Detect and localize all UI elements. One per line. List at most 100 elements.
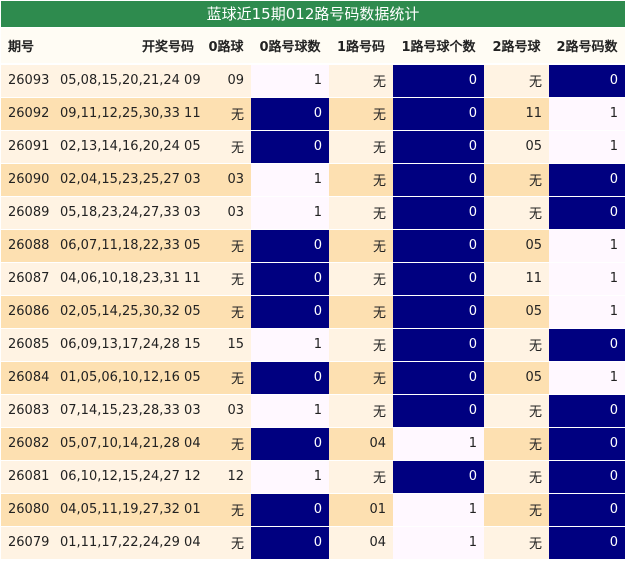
road2-ball-cell: 无 xyxy=(484,163,549,197)
road0-ball-cell: 03 xyxy=(201,394,251,428)
road1-number-cell: 01 xyxy=(329,493,393,527)
header-row: 期号 开奖号码 0路球 0路号球数 1路号码 1路号球个数 2路号球 2路号码数 xyxy=(1,28,625,65)
road1-count-cell: 0 xyxy=(393,163,484,197)
road1-count-cell: 0 xyxy=(393,229,484,263)
road2-count-cell: 1 xyxy=(549,361,625,395)
period-cell: 26083 xyxy=(1,394,53,428)
road1-count-cell: 1 xyxy=(393,526,484,560)
road2-ball-cell: 05 xyxy=(484,361,549,395)
period-cell: 26093 xyxy=(1,64,53,98)
road2-count-cell: 0 xyxy=(549,328,625,362)
road1-count-cell: 0 xyxy=(393,64,484,98)
road2-count-cell: 0 xyxy=(549,64,625,98)
road0-count-cell: 1 xyxy=(251,196,329,230)
road0-ball-cell: 12 xyxy=(201,460,251,494)
road0-ball-cell: 无 xyxy=(201,361,251,395)
road1-count-cell: 0 xyxy=(393,97,484,131)
road1-number-cell: 04 xyxy=(329,526,393,560)
table-row: 26083 07,14,15,23,28,33 03 03 1 无 0 无 0 xyxy=(1,394,625,428)
road1-count-cell: 0 xyxy=(393,394,484,428)
road2-count-cell: 0 xyxy=(549,427,625,461)
header-road1-count: 1路号球个数 xyxy=(393,28,484,65)
road1-number-cell: 无 xyxy=(329,229,393,263)
numbers-cell: 02,13,14,16,20,24 05 xyxy=(53,130,201,164)
road0-ball-cell: 无 xyxy=(201,526,251,560)
road1-number-cell: 无 xyxy=(329,328,393,362)
period-cell: 26082 xyxy=(1,427,53,461)
period-cell: 26087 xyxy=(1,262,53,296)
road0-count-cell: 1 xyxy=(251,328,329,362)
road2-count-cell: 1 xyxy=(549,295,625,329)
numbers-cell: 06,10,12,15,24,27 12 xyxy=(53,460,201,494)
table-row: 26093 05,08,15,20,21,24 09 09 1 无 0 无 0 xyxy=(1,64,625,98)
period-cell: 26090 xyxy=(1,163,53,197)
road0-count-cell: 1 xyxy=(251,394,329,428)
road1-number-cell: 无 xyxy=(329,460,393,494)
road2-ball-cell: 无 xyxy=(484,526,549,560)
numbers-cell: 09,11,12,25,30,33 11 xyxy=(53,97,201,131)
numbers-cell: 06,09,13,17,24,28 15 xyxy=(53,328,201,362)
header-period: 期号 xyxy=(1,28,53,65)
road2-ball-cell: 无 xyxy=(484,493,549,527)
road0-ball-cell: 无 xyxy=(201,97,251,131)
header-road2-ball: 2路号球 xyxy=(484,28,549,65)
road0-ball-cell: 无 xyxy=(201,295,251,329)
road0-count-cell: 0 xyxy=(251,526,329,560)
table-row: 26089 05,18,23,24,27,33 03 03 1 无 0 无 0 xyxy=(1,196,625,230)
period-cell: 26091 xyxy=(1,130,53,164)
header-numbers: 开奖号码 xyxy=(53,28,201,65)
road2-count-cell: 0 xyxy=(549,163,625,197)
road0-count-cell: 0 xyxy=(251,427,329,461)
road0-count-cell: 0 xyxy=(251,130,329,164)
numbers-cell: 04,06,10,18,23,31 11 xyxy=(53,262,201,296)
header-road0-ball: 0路球 xyxy=(201,28,251,65)
road2-ball-cell: 05 xyxy=(484,130,549,164)
table-row: 26090 02,04,15,23,25,27 03 03 1 无 0 无 0 xyxy=(1,163,625,197)
road0-count-cell: 0 xyxy=(251,97,329,131)
numbers-cell: 06,07,11,18,22,33 05 xyxy=(53,229,201,263)
road2-count-cell: 0 xyxy=(549,460,625,494)
numbers-cell: 01,05,06,10,12,16 05 xyxy=(53,361,201,395)
road1-number-cell: 无 xyxy=(329,295,393,329)
road1-number-cell: 无 xyxy=(329,196,393,230)
road0-ball-cell: 09 xyxy=(201,64,251,98)
road0-ball-cell: 15 xyxy=(201,328,251,362)
numbers-cell: 07,14,15,23,28,33 03 xyxy=(53,394,201,428)
period-cell: 26086 xyxy=(1,295,53,329)
road2-count-cell: 1 xyxy=(549,229,625,263)
table-row: 26088 06,07,11,18,22,33 05 无 0 无 0 05 1 xyxy=(1,229,625,263)
period-cell: 26084 xyxy=(1,361,53,395)
road0-ball-cell: 无 xyxy=(201,130,251,164)
road0-count-cell: 1 xyxy=(251,460,329,494)
road2-count-cell: 1 xyxy=(549,130,625,164)
numbers-cell: 05,08,15,20,21,24 09 xyxy=(53,64,201,98)
road0-ball-cell: 03 xyxy=(201,196,251,230)
period-cell: 26088 xyxy=(1,229,53,263)
road1-number-cell: 无 xyxy=(329,394,393,428)
table-row: 26085 06,09,13,17,24,28 15 15 1 无 0 无 0 xyxy=(1,328,625,362)
table-row: 26087 04,06,10,18,23,31 11 无 0 无 0 11 1 xyxy=(1,262,625,296)
period-cell: 26089 xyxy=(1,196,53,230)
road2-count-cell: 1 xyxy=(549,262,625,296)
road0-ball-cell: 无 xyxy=(201,493,251,527)
road2-count-cell: 0 xyxy=(549,526,625,560)
road1-number-cell: 无 xyxy=(329,64,393,98)
numbers-cell: 04,05,11,19,27,32 01 xyxy=(53,493,201,527)
road0-count-cell: 0 xyxy=(251,229,329,263)
period-cell: 26080 xyxy=(1,493,53,527)
road2-ball-cell: 无 xyxy=(484,328,549,362)
table-row: 26081 06,10,12,15,24,27 12 12 1 无 0 无 0 xyxy=(1,460,625,494)
numbers-cell: 02,05,14,25,30,32 05 xyxy=(53,295,201,329)
road2-count-cell: 1 xyxy=(549,97,625,131)
road1-count-cell: 0 xyxy=(393,460,484,494)
header-road2-count: 2路号码数 xyxy=(549,28,625,65)
road2-ball-cell: 05 xyxy=(484,229,549,263)
numbers-cell: 05,07,10,14,21,28 04 xyxy=(53,427,201,461)
road1-count-cell: 0 xyxy=(393,262,484,296)
period-cell: 26079 xyxy=(1,526,53,560)
road1-count-cell: 0 xyxy=(393,130,484,164)
road2-ball-cell: 无 xyxy=(484,394,549,428)
period-cell: 26081 xyxy=(1,460,53,494)
table-row: 26091 02,13,14,16,20,24 05 无 0 无 0 05 1 xyxy=(1,130,625,164)
road1-number-cell: 无 xyxy=(329,163,393,197)
